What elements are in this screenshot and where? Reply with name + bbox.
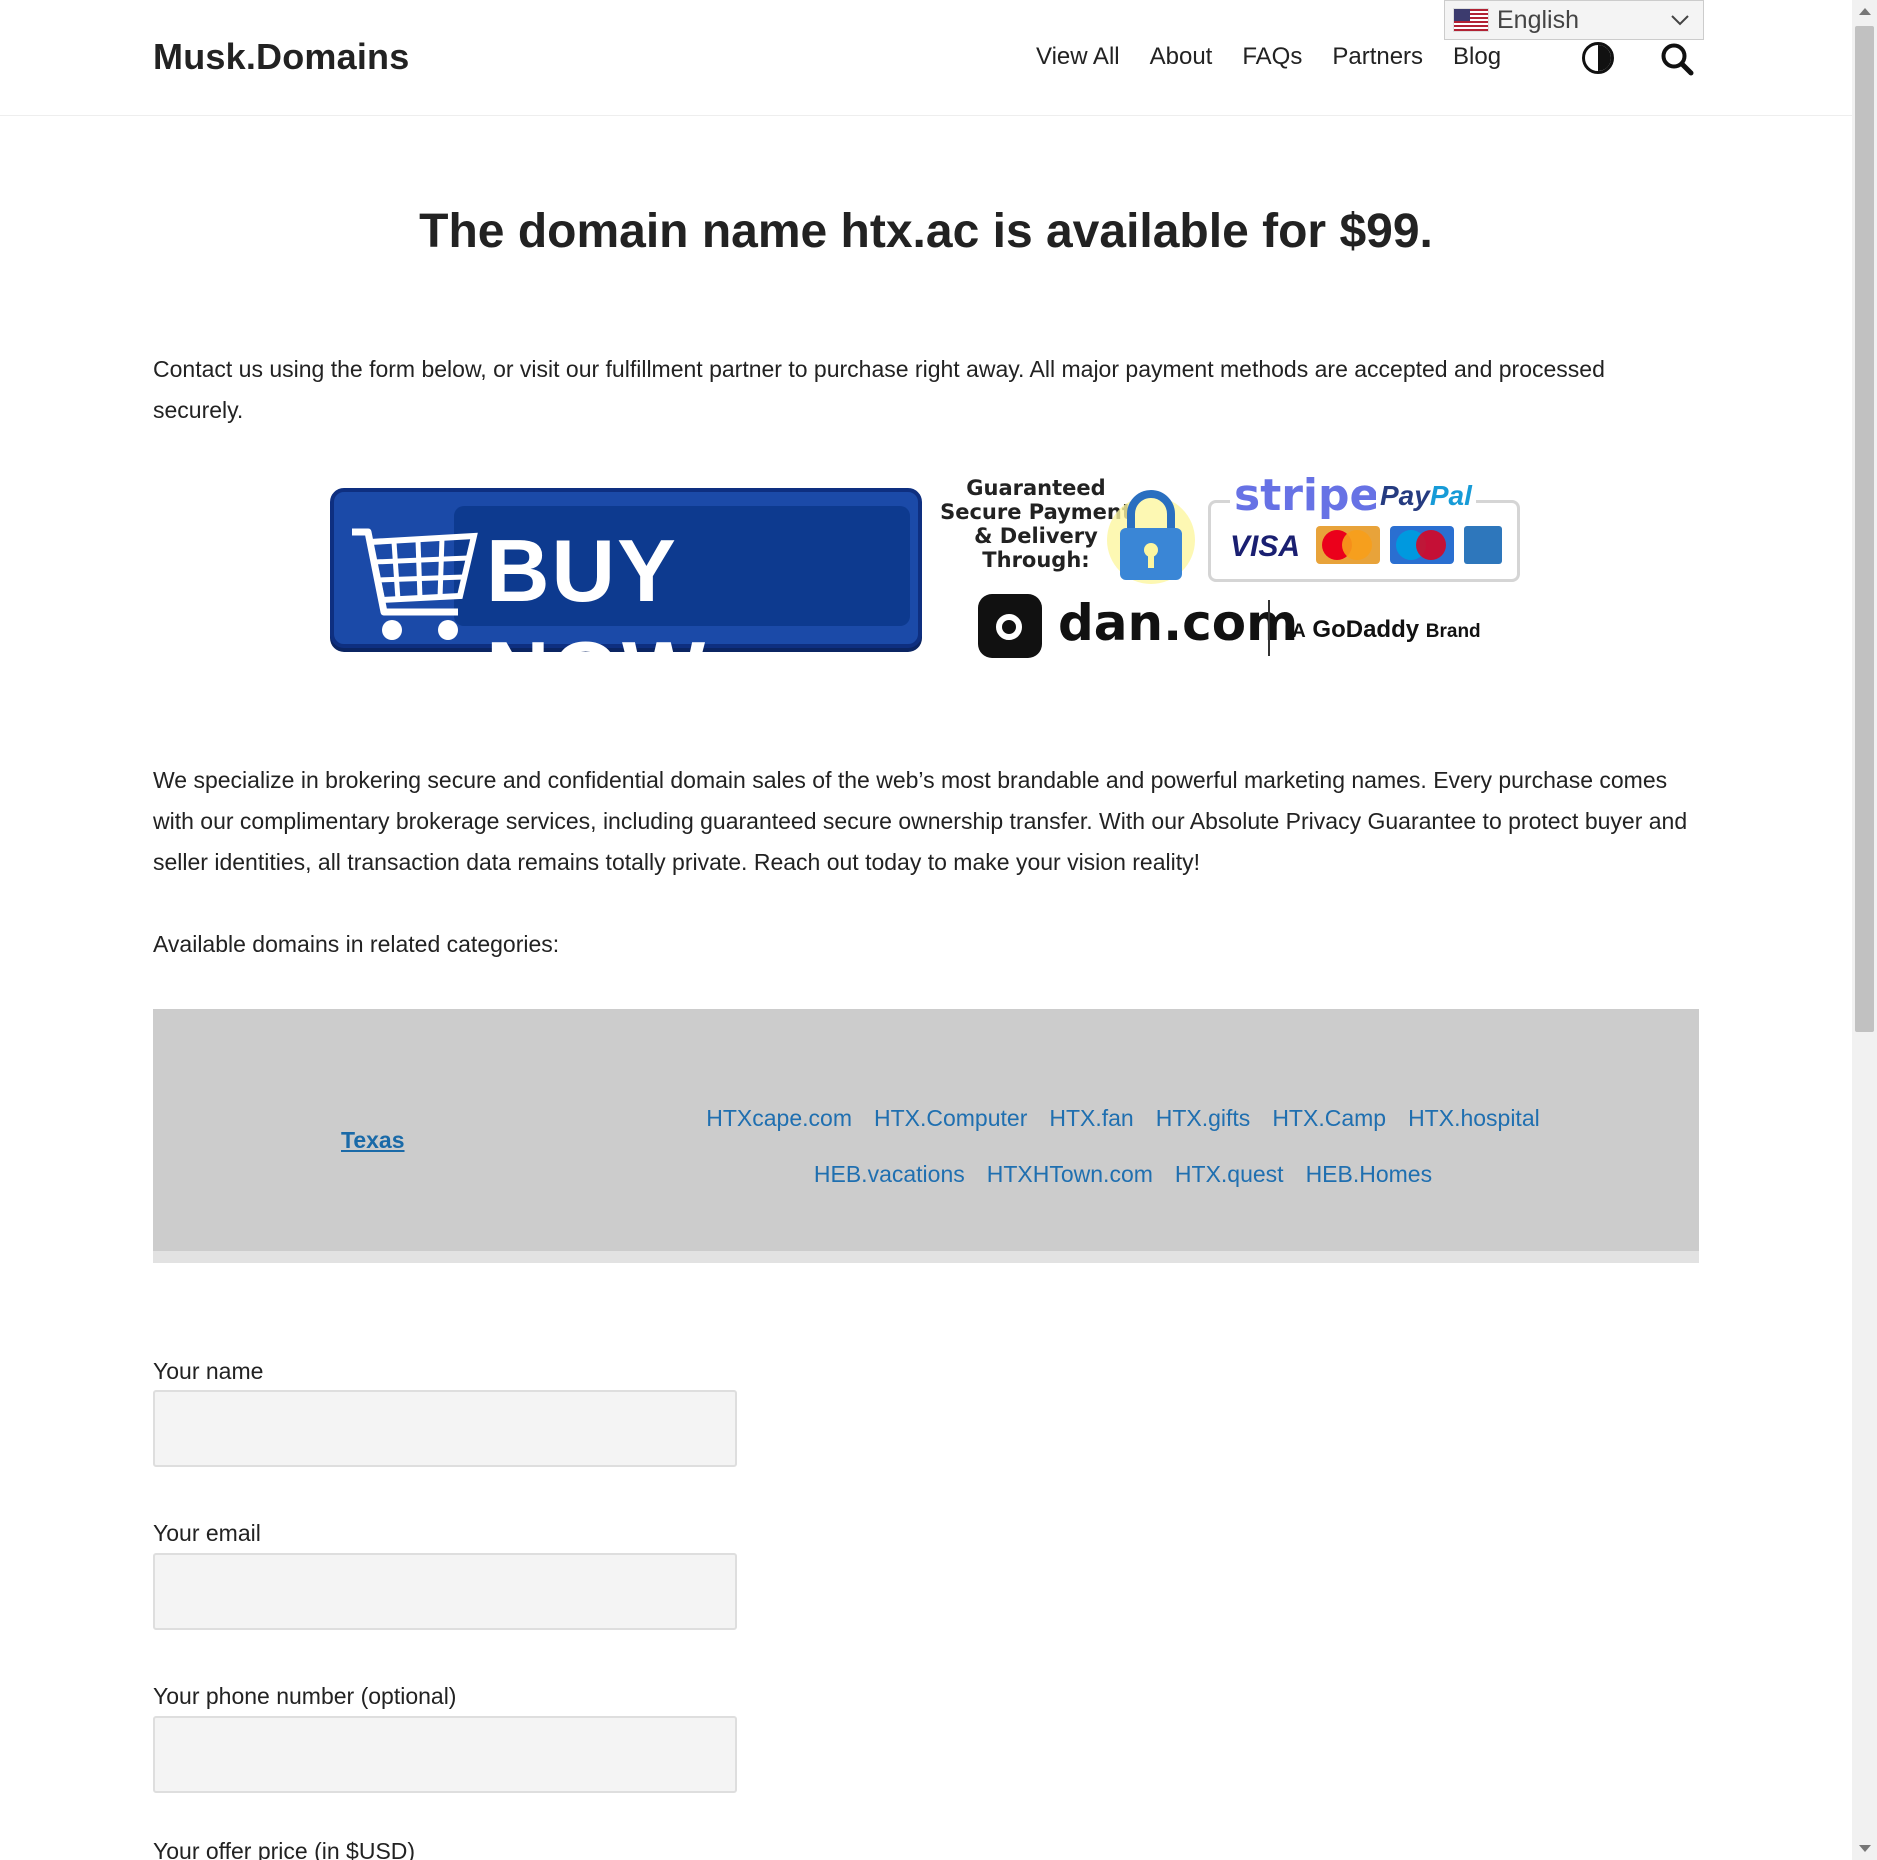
guarantee-text: Guaranteed Secure Payment & Delivery Thr… — [940, 476, 1132, 572]
domain-link[interactable]: HTX.gifts — [1156, 1101, 1251, 1135]
us-flag-icon — [1453, 8, 1489, 32]
chevron-down-icon — [1671, 15, 1689, 26]
intro-text: Contact us using the form below, or visi… — [153, 356, 1605, 423]
godaddy-brand-text: A GoDaddy Brand — [1292, 616, 1481, 644]
padlock-icon — [1107, 490, 1195, 584]
site-logo[interactable]: Musk.Domains — [153, 36, 409, 78]
domain-link[interactable]: HTX.quest — [1175, 1157, 1284, 1191]
related-heading: Available domains in related categories: — [153, 931, 560, 957]
nav-faqs[interactable]: FAQs — [1242, 43, 1302, 71]
domain-link[interactable]: HTX.fan — [1049, 1101, 1133, 1135]
buy-now-label: BUY NOW — [486, 521, 708, 722]
domain-list: HTXcape.com HTX.Computer HTX.fan HTX.gif… — [623, 1101, 1623, 1191]
nav-blog[interactable]: Blog — [1453, 43, 1501, 71]
godaddy-prefix: A — [1292, 621, 1306, 642]
search-icon[interactable] — [1660, 42, 1694, 76]
phone-field[interactable] — [153, 1716, 737, 1793]
shopping-cart-icon — [352, 528, 478, 640]
page-scrollbar[interactable] — [1852, 0, 1877, 1860]
name-field[interactable] — [153, 1390, 737, 1467]
scroll-up-arrow-icon[interactable] — [1859, 8, 1871, 15]
email-field[interactable] — [153, 1553, 737, 1630]
main-nav: View All About FAQs Partners Blog — [1036, 43, 1531, 71]
domain-link[interactable]: HTX.hospital — [1408, 1101, 1540, 1135]
nav-view-all[interactable]: View All — [1036, 43, 1120, 71]
logo-divider — [1268, 600, 1270, 656]
godaddy-name: GoDaddy — [1312, 616, 1420, 643]
name-label: Your name — [153, 1358, 264, 1384]
visa-logo: VISA — [1230, 530, 1301, 563]
amex-logo-icon — [1464, 526, 1502, 564]
paypal-logo: PayPal — [1376, 480, 1476, 512]
description-text: We specialize in brokering secure and co… — [153, 767, 1688, 875]
scrollbar-thumb[interactable] — [1855, 26, 1874, 1032]
domain-link[interactable]: HEB.vacations — [814, 1157, 965, 1191]
dan-logo-icon — [978, 594, 1042, 658]
page-title: The domain name htx.ac is available for … — [419, 205, 1433, 258]
nav-partners[interactable]: Partners — [1332, 43, 1423, 71]
mastercard-logo-icon — [1316, 526, 1380, 564]
domain-link[interactable]: HTXcape.com — [706, 1101, 852, 1135]
category-link-texas[interactable]: Texas — [341, 1127, 405, 1154]
domain-link[interactable]: HTX.Camp — [1272, 1101, 1386, 1135]
stripe-logo: stripe — [1230, 470, 1384, 521]
domain-link[interactable]: HTX.Computer — [874, 1101, 1027, 1135]
godaddy-suffix: Brand — [1425, 621, 1481, 642]
paypal-pay-text: Pay — [1380, 480, 1430, 511]
buy-now-banner[interactable]: BUY NOW Guaranteed Secure Payment & Deli… — [326, 470, 1526, 722]
buy-now-button[interactable]: BUY NOW — [330, 488, 922, 722]
language-label: English — [1497, 5, 1579, 34]
scroll-down-arrow-icon[interactable] — [1859, 1845, 1871, 1852]
nav-about[interactable]: About — [1150, 43, 1213, 71]
paypal-pal-text: Pal — [1429, 480, 1472, 511]
phone-label: Your phone number (optional) — [153, 1683, 457, 1709]
dan-com-logo: dan.com — [1058, 594, 1299, 652]
theme-toggle-icon[interactable] — [1582, 42, 1614, 74]
email-label: Your email — [153, 1520, 261, 1546]
maestro-logo-icon — [1390, 526, 1454, 564]
domain-link[interactable]: HEB.Homes — [1306, 1157, 1433, 1191]
related-domains-box: Texas HTXcape.com HTX.Computer HTX.fan H… — [153, 1009, 1699, 1263]
offer-price-label: Your offer price (in $USD) — [153, 1838, 416, 1860]
domain-link[interactable]: HTXHTown.com — [987, 1157, 1153, 1191]
language-selector[interactable]: English — [1444, 0, 1704, 40]
